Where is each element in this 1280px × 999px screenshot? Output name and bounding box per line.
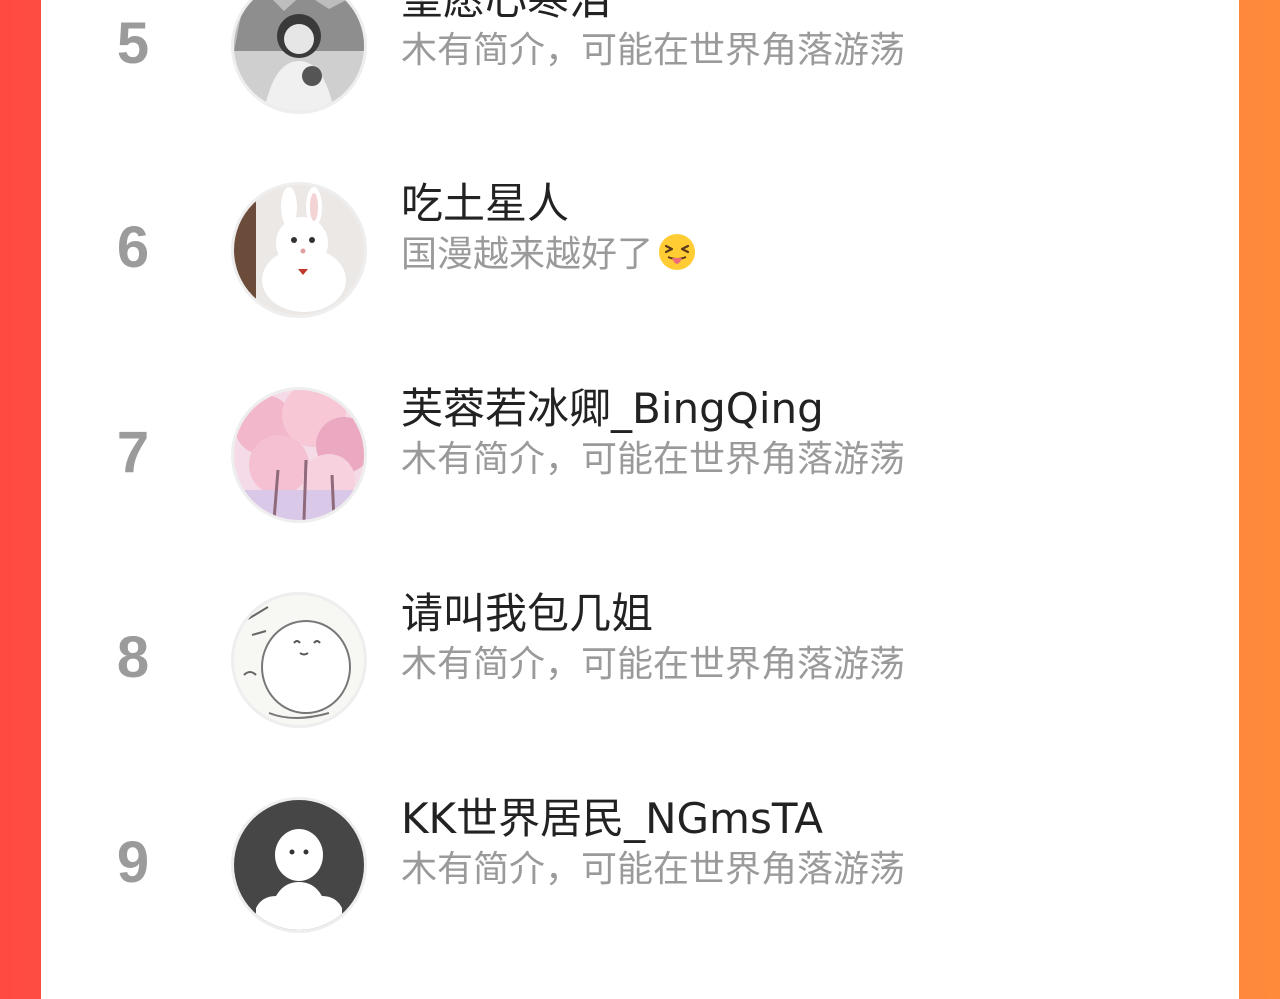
user-bio: 木有简介，可能在世界角落游荡 <box>401 849 906 890</box>
avatar-image <box>234 185 364 315</box>
user-name: 望愿心寒泪 <box>401 0 611 26</box>
list-item[interactable]: 9 KK世界居民_NGmsTA 木有简介，可能在世界角落游荡 <box>41 785 1239 945</box>
user-bio: 木有简介，可能在世界角落游荡 <box>401 30 906 71</box>
user-name: KK世界居民_NGmsTA <box>401 794 823 843</box>
user-bio: 木有简介，可能在世界角落游荡 <box>401 439 906 480</box>
avatar-image <box>234 390 364 520</box>
list-item[interactable]: 8 请叫我包几姐 木有简介，可能在世界角落游荡 <box>41 580 1239 740</box>
avatar[interactable] <box>231 182 367 318</box>
user-bio-text: 国漫越来越好了 <box>401 234 654 275</box>
user-name: 请叫我包几姐 <box>401 589 654 638</box>
user-bio: 国漫越来越好了 <box>401 232 697 278</box>
list-item[interactable]: 6 吃土星人 国漫越来越好了 <box>41 170 1239 330</box>
avatar[interactable] <box>231 387 367 523</box>
avatar[interactable] <box>231 0 367 114</box>
rank-number: 8 <box>116 625 150 690</box>
rank-number: 7 <box>116 420 150 485</box>
default-avatar-icon <box>234 800 364 930</box>
avatar-image <box>234 0 364 111</box>
ranking-list-card: 5 望愿心寒泪 木有简介，可能在世界角落游荡 6 <box>41 0 1239 999</box>
squinting-tongue-emoji-icon <box>659 234 696 270</box>
avatar[interactable] <box>231 797 367 933</box>
rank-number: 6 <box>116 215 150 280</box>
user-name: 芙蓉若冰卿_BingQing <box>401 384 824 433</box>
user-name: 吃土星人 <box>401 179 570 228</box>
list-item[interactable]: 5 望愿心寒泪 木有简介，可能在世界角落游荡 <box>41 0 1239 126</box>
avatar[interactable] <box>231 592 367 728</box>
avatar-image <box>234 595 364 725</box>
user-bio: 木有简介，可能在世界角落游荡 <box>401 644 906 685</box>
rank-number: 9 <box>116 830 150 895</box>
rank-number: 5 <box>116 11 150 76</box>
list-item[interactable]: 7 芙蓉若冰卿_BingQing 木有简介，可能在世界角落游荡 <box>41 375 1239 535</box>
